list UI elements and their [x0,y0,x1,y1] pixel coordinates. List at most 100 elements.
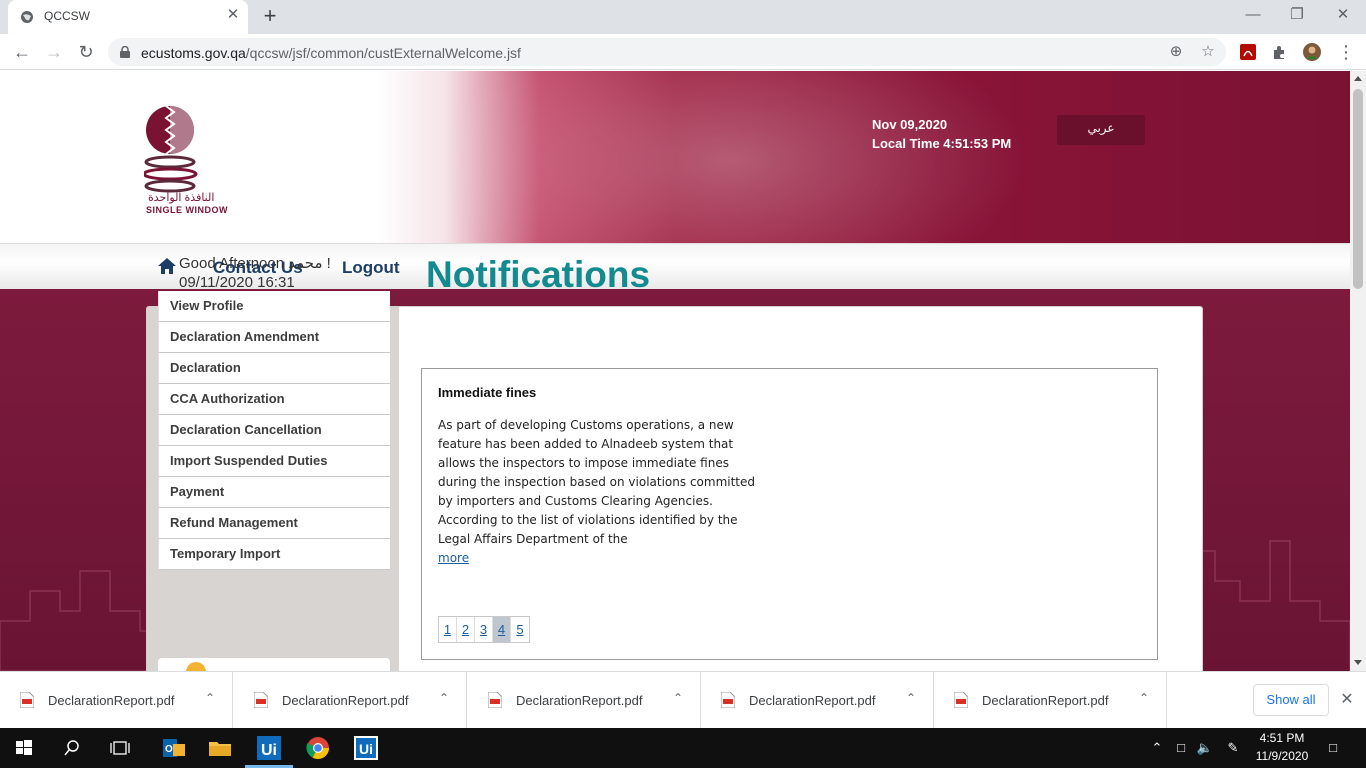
chevron-up-icon[interactable]: ⌃ [1137,691,1151,705]
volume-icon[interactable]: 🔈 [1196,739,1214,757]
sidebar-item-temporary-import[interactable]: Temporary Import [158,539,390,570]
new-tab-button[interactable]: + [258,4,282,28]
header-date: Nov 09,2020 [872,117,948,132]
sidebar-item-declaration-cancellation[interactable]: Declaration Cancellation [158,415,390,446]
svg-text:Ui: Ui [261,742,277,759]
scroll-down-icon[interactable] [1354,660,1362,665]
home-icon[interactable] [157,256,177,276]
chevron-up-icon[interactable]: ⌃ [437,691,451,705]
downloads-bar: DeclarationReport.pdf ⌃ DeclarationRepor… [0,671,1366,729]
widget-icon [186,662,206,671]
greeting-text: Good Afternoon محمد ! [179,255,331,272]
download-filename: DeclarationReport.pdf [982,693,1109,708]
sidebar-widget [158,658,390,671]
scroll-up-icon[interactable] [1354,76,1362,81]
taskbar-date[interactable]: 11/9/2020 [1253,749,1311,763]
windows-start-icon[interactable] [10,734,38,762]
file-explorer-icon[interactable] [206,734,234,762]
sidebar-item-view-profile[interactable]: View Profile [158,291,390,322]
download-item[interactable]: DeclarationReport.pdf ⌃ [234,672,467,729]
outlook-icon[interactable]: O [160,734,188,762]
logo-english-text: SINGLE WINDOW [146,205,228,215]
address-bar[interactable]: ecustoms.gov.qa/qccsw/jsf/common/custExt… [108,38,1226,66]
notifications-heading: Notifications [426,254,651,295]
more-link[interactable]: more [438,551,469,565]
globe-icon [21,11,33,23]
browser-tabstrip: QCCSW ✕ + — ❐ ✕ [0,0,1366,34]
bookmark-star-icon[interactable]: ☆ [1198,42,1218,62]
forward-arrow-icon[interactable]: → [42,40,66,64]
search-icon[interactable] [58,734,86,762]
page-link-1[interactable]: 1 [439,617,457,642]
show-all-downloads-button[interactable]: Show all [1253,684,1329,716]
chevron-up-icon[interactable]: ⌃ [671,691,685,705]
back-arrow-icon[interactable]: ← [10,40,34,64]
sidebar-item-payment[interactable]: Payment [158,477,390,508]
window-close-icon[interactable]: ✕ [1328,4,1358,26]
page-link-4-active[interactable]: 4 [493,617,511,642]
pdf-file-icon [254,692,268,708]
svg-text:Ui: Ui [359,741,373,757]
chevron-up-icon[interactable]: ⌃ [203,691,217,705]
extensions-puzzle-icon[interactable] [1270,42,1290,62]
sidebar-item-refund-management[interactable]: Refund Management [158,508,390,539]
pdf-file-icon [20,692,34,708]
download-item[interactable]: DeclarationReport.pdf ⌃ [934,672,1167,729]
browser-tab[interactable]: QCCSW ✕ [8,0,248,34]
language-toggle-button[interactable]: عربي [1057,115,1145,145]
download-filename: DeclarationReport.pdf [749,693,876,708]
network-icon[interactable]: □ [1172,739,1190,757]
download-item[interactable]: DeclarationReport.pdf ⌃ [0,672,233,729]
notification-body: As part of developing Customs operations… [438,418,756,546]
logo-arabic-text: النافذة الواحدة [148,192,215,204]
download-filename: DeclarationReport.pdf [48,693,175,708]
sidebar-item-declaration[interactable]: Declaration [158,353,390,384]
download-item[interactable]: DeclarationReport.pdf ⌃ [701,672,934,729]
pagination: 1 2 3 4 5 [438,616,530,643]
zoom-icon[interactable]: ⊕ [1166,42,1186,62]
restore-icon[interactable]: ❐ [1282,4,1312,26]
download-filename: DeclarationReport.pdf [282,693,409,708]
download-filename: DeclarationReport.pdf [516,693,643,708]
banner-decoration [380,71,1080,243]
notification-card: Immediate fines As part of developing Cu… [421,368,1158,660]
browser-menu-icon[interactable]: ⋮ [1334,40,1358,64]
pdf-extension-icon[interactable] [1238,42,1258,62]
sidebar-item-cca-authorization[interactable]: CCA Authorization [158,384,390,415]
chrome-icon[interactable] [304,734,332,762]
windows-taskbar: O Ui Ui ⌃ □ 🔈 ✎ 4:51 PM 11/9/2020 □ [0,728,1366,768]
tray-chevron-up-icon[interactable]: ⌃ [1148,739,1166,757]
notification-center-icon[interactable]: □ [1324,739,1342,757]
tab-title: QCCSW [44,9,90,23]
taskbar-time[interactable]: 4:51 PM [1257,731,1307,745]
notification-title: Immediate fines [438,385,537,400]
url-text: ecustoms.gov.qa/qccsw/jsf/common/custExt… [141,45,521,61]
uipath-assistant-icon[interactable]: Ui [352,734,380,762]
reload-icon[interactable]: ↻ [74,40,98,64]
minimize-icon[interactable]: — [1238,4,1268,26]
uipath-studio-icon[interactable]: Ui [255,734,283,762]
svg-text:O: O [165,744,173,755]
pdf-file-icon [488,692,502,708]
pdf-file-icon [954,692,968,708]
logout-link[interactable]: Logout [342,258,400,278]
sidebar-item-import-suspended-duties[interactable]: Import Suspended Duties [158,446,390,477]
browser-toolbar: ← → ↻ ecustoms.gov.qa/qccsw/jsf/common/c… [0,34,1366,70]
profile-avatar-icon[interactable] [1302,42,1322,62]
greeting-datetime: 09/11/2020 16:31 [179,274,295,291]
sidebar-menu: View Profile Declaration Amendment Decla… [158,291,390,570]
page-link-5[interactable]: 5 [511,617,529,642]
scroll-thumb[interactable] [1353,89,1363,289]
close-downloads-icon[interactable]: ✕ [1337,690,1357,710]
page-link-2[interactable]: 2 [457,617,475,642]
page-scrollbar[interactable] [1350,71,1366,671]
sidebar-item-declaration-amendment[interactable]: Declaration Amendment [158,322,390,353]
download-item[interactable]: DeclarationReport.pdf ⌃ [468,672,701,729]
task-view-icon[interactable] [106,734,134,762]
chevron-up-icon[interactable]: ⌃ [904,691,918,705]
pen-icon[interactable]: ✎ [1224,739,1242,757]
pdf-file-icon [721,692,735,708]
header-local-time: Local Time 4:51:53 PM [872,136,1012,151]
tab-close-icon[interactable]: ✕ [224,6,242,24]
page-link-3[interactable]: 3 [475,617,493,642]
